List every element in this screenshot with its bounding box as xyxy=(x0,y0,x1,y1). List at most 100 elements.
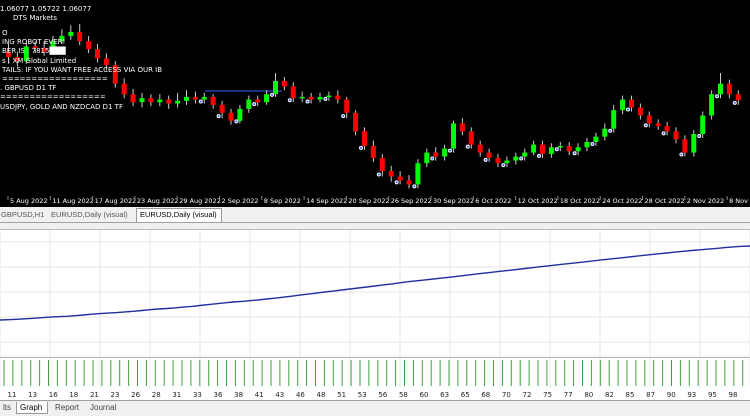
histogram-axis-label: 41 xyxy=(255,391,264,399)
candle-body xyxy=(388,171,394,177)
candle-body xyxy=(157,99,163,103)
trade-marker-dot xyxy=(253,103,256,106)
histogram-axis-label: 28 xyxy=(152,391,161,399)
trade-marker-dot xyxy=(466,145,469,148)
histogram-axis-label: 56 xyxy=(378,391,387,399)
tab-eurusd-daily-2[interactable]: EURUSD,Daily (visual) xyxy=(136,208,222,222)
trade-marker-dot xyxy=(342,115,345,118)
candle-body xyxy=(664,126,670,132)
candle-body xyxy=(620,99,626,111)
candle-body xyxy=(611,110,617,129)
date-label: 8 Nov xyxy=(729,197,748,205)
candle-body xyxy=(228,112,234,121)
candle-body xyxy=(77,31,83,42)
date-label: 17 Aug 2022 xyxy=(95,197,137,205)
trade-marker-dot xyxy=(502,164,505,167)
histogram-axis-label: 53 xyxy=(358,391,367,399)
candle-body xyxy=(602,128,608,137)
date-label: 6 Oct 2022 xyxy=(475,197,511,205)
trade-marker-dot xyxy=(431,157,434,160)
overlay-line: s : XM Global Limited xyxy=(2,56,77,65)
candle-body xyxy=(629,99,634,108)
histogram-axis-label: 80 xyxy=(584,391,593,399)
histogram-axis-label: 36 xyxy=(214,391,223,399)
histogram-axis-label: 18 xyxy=(69,391,78,399)
price-chart[interactable]: 5 Aug 2022 11 Aug 2022 17 Aug 2022 23 Aug 2… xyxy=(0,0,750,207)
tab-eurusd-daily-1[interactable]: EURUSD,Daily (visual) xyxy=(48,209,134,221)
histogram-axis-label: 11 xyxy=(8,391,17,399)
candle-body xyxy=(575,147,581,152)
tab-journal[interactable]: Journal xyxy=(87,402,121,414)
histogram-axis-label: 51 xyxy=(337,391,346,399)
balance-line xyxy=(0,245,750,321)
histogram-axis-label: 70 xyxy=(502,391,511,399)
trade-marker-dot xyxy=(627,108,629,111)
trade-marker-dot xyxy=(591,142,594,145)
overlay-line: ================== xyxy=(0,93,106,102)
candle-body xyxy=(709,94,715,116)
candle-body xyxy=(237,108,243,121)
candle-body xyxy=(504,160,510,164)
histogram-axis-label: 72 xyxy=(523,391,532,399)
tab-report[interactable]: Report xyxy=(52,402,82,414)
candle-body xyxy=(166,99,172,104)
trade-marker-dot xyxy=(217,115,220,118)
candle-body xyxy=(531,144,537,153)
overlay-line: ING ROBOT EVER! xyxy=(2,38,66,47)
candle-body xyxy=(477,144,483,153)
histogram-axis-label: 82 xyxy=(605,391,614,399)
histogram-axis-label: 43 xyxy=(275,391,284,399)
histogram-axis-label: 95 xyxy=(708,391,717,399)
candle-body xyxy=(406,180,412,185)
date-label: 29 Aug 2022 xyxy=(179,197,221,205)
candle-body xyxy=(495,157,501,164)
candle-body xyxy=(281,80,287,87)
candle-body xyxy=(255,99,261,103)
balance-graph xyxy=(0,229,750,356)
date-label: 18 Oct 2022 xyxy=(560,197,600,205)
candle-body xyxy=(682,139,688,153)
date-label: 2 Nov 2022 xyxy=(687,197,725,205)
trade-marker-dot xyxy=(377,173,380,176)
histogram-axis-label: 77 xyxy=(564,391,573,399)
trade-marker-dot xyxy=(484,158,487,161)
histogram-axis-label: 38 xyxy=(234,391,243,399)
candle-body xyxy=(344,99,350,113)
tester-tab-bar: lts Graph Report Journal xyxy=(0,400,750,416)
candle-body xyxy=(219,104,225,113)
candle-body xyxy=(308,96,314,100)
trade-marker-dot xyxy=(360,146,362,149)
candle-body xyxy=(326,95,332,98)
candle-body xyxy=(513,156,519,161)
histogram-axis-label: 58 xyxy=(399,391,408,399)
trade-marker-dot xyxy=(395,181,398,184)
candle-body xyxy=(584,141,590,148)
candle-body xyxy=(700,115,706,135)
tab-gbpusd-h1[interactable]: GBPUSD,H1 xyxy=(0,209,46,221)
balance-graph-svg xyxy=(0,230,750,356)
trade-marker-dot xyxy=(644,124,647,127)
histogram-axis-label: 87 xyxy=(646,391,655,399)
histogram-axis-label: 48 xyxy=(317,391,326,399)
tab-results[interactable]: lts xyxy=(0,402,16,414)
date-label: 24 Oct 2022 xyxy=(602,197,642,205)
trade-marker-dot xyxy=(324,97,327,100)
candle-body xyxy=(637,107,643,116)
candle-body xyxy=(192,96,198,100)
candle-body xyxy=(246,99,252,109)
histogram-axis-label: 65 xyxy=(461,391,470,399)
candle-body xyxy=(540,144,545,154)
histogram-axis-label: 93 xyxy=(687,391,696,399)
candle-body xyxy=(593,136,599,142)
trade-marker-dot xyxy=(538,154,540,157)
candle-body xyxy=(673,131,679,140)
histogram-axis-label: 98 xyxy=(729,391,738,399)
histogram-axis-label: 23 xyxy=(111,391,120,399)
histogram-axis-label: 68 xyxy=(481,391,490,399)
date-label: 20 Sep 2022 xyxy=(348,197,389,205)
tab-graph[interactable]: Graph xyxy=(16,402,48,414)
trade-marker-dot xyxy=(235,120,238,123)
histogram-axis-label: 46 xyxy=(296,391,305,399)
candle-body xyxy=(691,134,697,153)
candle-body xyxy=(290,86,296,99)
